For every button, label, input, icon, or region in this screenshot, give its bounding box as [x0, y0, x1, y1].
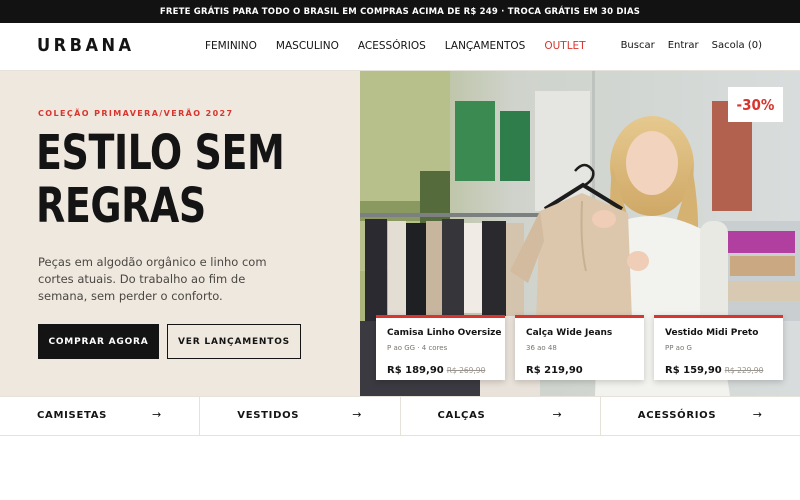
login-link[interactable]: Entrar — [668, 40, 699, 51]
category-label: CAMISETAS — [37, 410, 108, 421]
product-name: Calça Wide Jeans — [526, 328, 613, 338]
category-camisetas[interactable]: CAMISETAS → — [0, 397, 201, 435]
nav-item-outlet[interactable]: OUTLET — [544, 40, 585, 52]
product-card-vestido-midi[interactable]: Vestido Midi Preto PP ao G R$ 159,90 R$ 2… — [654, 315, 783, 380]
nav-item-lancamentos[interactable]: LANÇAMENTOS — [445, 40, 526, 52]
site-header: URBANA FEMININO MASCULINO ACESSÓRIOS LAN… — [0, 23, 800, 71]
utility-nav: Buscar Entrar Sacola (0) — [608, 40, 762, 51]
category-label: ACESSÓRIOS — [637, 410, 717, 421]
category-vestidos[interactable]: VESTIDOS → — [200, 397, 401, 435]
category-links: CAMISETAS → VESTIDOS → CALÇAS → ACESSÓRI… — [0, 396, 800, 436]
category-acessorios[interactable]: ACESSÓRIOS → — [601, 397, 800, 435]
promo-text: FRETE GRÁTIS PARA TODO O BRASIL EM COMPR… — [159, 6, 641, 17]
category-calcas[interactable]: CALÇAS → — [401, 397, 601, 435]
nav-item-acessorios[interactable]: ACESSÓRIOS — [358, 40, 426, 52]
arrow-right-icon: → — [552, 408, 562, 421]
product-price-row: R$ 219,90 — [526, 358, 633, 377]
main-nav: FEMININO MASCULINO ACESSÓRIOS LANÇAMENTO… — [205, 40, 605, 52]
discount-badge: -30% — [728, 87, 783, 122]
product-name: Vestido Midi Preto — [665, 328, 759, 338]
hero-text-panel: COLEÇÃO PRIMAVERA/VERÃO 2027 ESTILO SEM … — [0, 71, 360, 396]
hero-title: ESTILO SEM REGRAS — [36, 127, 300, 233]
product-sizes: PP ao G — [665, 344, 692, 352]
arrow-right-icon: → — [352, 408, 362, 421]
product-price: R$ 159,90 — [665, 365, 722, 376]
product-sizes: P ao GG · 4 cores — [387, 344, 448, 352]
view-new-arrivals-button[interactable]: VER LANÇAMENTOS — [167, 324, 301, 359]
shop-now-button[interactable]: COMPRAR AGORA — [38, 324, 159, 359]
category-label: VESTIDOS — [237, 410, 300, 421]
product-card-camisa-linho[interactable]: Camisa Linho Oversize P ao GG · 4 cores … — [376, 315, 505, 380]
hero-title-line-1: ESTILO SEM — [36, 125, 285, 181]
nav-item-masculino[interactable]: MASCULINO — [276, 40, 339, 52]
product-card-calca-wide[interactable]: Calça Wide Jeans 36 ao 48 R$ 219,90 — [515, 315, 644, 380]
collection-eyebrow: COLEÇÃO PRIMAVERA/VERÃO 2027 — [38, 109, 234, 118]
product-old-price: R$ 269,90 — [446, 366, 486, 375]
product-name: Camisa Linho Oversize — [387, 328, 502, 338]
category-label: CALÇAS — [437, 410, 486, 421]
product-price: R$ 219,90 — [526, 365, 583, 376]
nav-item-feminino[interactable]: FEMININO — [205, 40, 257, 52]
arrow-right-icon: → — [752, 408, 762, 421]
arrow-right-icon: → — [152, 408, 162, 421]
hero-title-line-2: REGRAS — [36, 178, 206, 234]
cart-link[interactable]: Sacola (0) — [712, 40, 762, 51]
brand-logo[interactable]: URBANA — [37, 35, 135, 56]
hero-description: Peças em algodão orgânico e linho com co… — [38, 255, 267, 303]
product-price: R$ 189,90 — [387, 365, 444, 376]
product-old-price: R$ 229,90 — [724, 366, 764, 375]
product-price-row: R$ 159,90 R$ 229,90 — [665, 358, 772, 377]
search-link[interactable]: Buscar — [621, 40, 655, 51]
promo-bar: FRETE GRÁTIS PARA TODO O BRASIL EM COMPR… — [0, 0, 800, 23]
product-price-row: R$ 189,90 R$ 269,90 — [387, 358, 494, 377]
product-sizes: 36 ao 48 — [526, 344, 557, 352]
